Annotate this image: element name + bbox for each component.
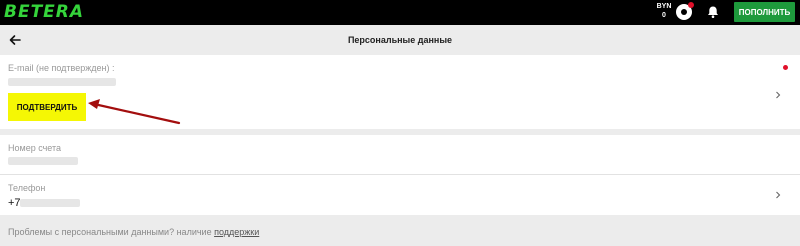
notification-dot: [688, 2, 694, 8]
page-header: Персональные данные: [0, 25, 800, 55]
betera-logo[interactable]: BETERA: [4, 2, 84, 22]
annotation-arrow: [88, 99, 181, 125]
back-arrow-icon[interactable]: [8, 33, 22, 47]
support-link[interactable]: поддержки: [214, 227, 259, 237]
support-footer: Проблемы с персональными данными? наличи…: [8, 227, 259, 237]
phone-label: Телефон: [8, 183, 46, 193]
phone-number-blurred: [20, 199, 80, 207]
bell-icon[interactable]: [706, 5, 720, 19]
phone-chevron-right-icon[interactable]: [773, 190, 783, 200]
chevron-right-icon[interactable]: [773, 90, 783, 100]
topup-button[interactable]: ПОПОЛНИТЬ: [734, 2, 795, 22]
balance-amount: 0: [662, 12, 666, 19]
logo-text: BETERA: [4, 2, 85, 22]
account-number-label: Номер счета: [8, 143, 62, 153]
phone-prefix: +7: [8, 197, 21, 209]
page-title: Персональные данные: [347, 35, 453, 45]
footer-text: Проблемы с персональными данными? наличи…: [8, 227, 215, 237]
account-number-blurred: [8, 157, 78, 165]
verify-email-button[interactable]: ПОДТВЕРДИТЬ: [8, 93, 86, 121]
top-bar: BETERA BYN 0 ПОПОЛНИТЬ: [0, 0, 800, 25]
alert-dot: [783, 65, 788, 70]
divider: [0, 174, 800, 175]
balance-display[interactable]: BYN 0: [655, 2, 673, 20]
email-value-blurred: [8, 78, 116, 86]
email-label: E-mail (не подтвержден) :: [8, 63, 115, 73]
account-info-card: Номер счета Телефон +7: [0, 135, 800, 215]
currency-code: BYN: [656, 3, 672, 10]
